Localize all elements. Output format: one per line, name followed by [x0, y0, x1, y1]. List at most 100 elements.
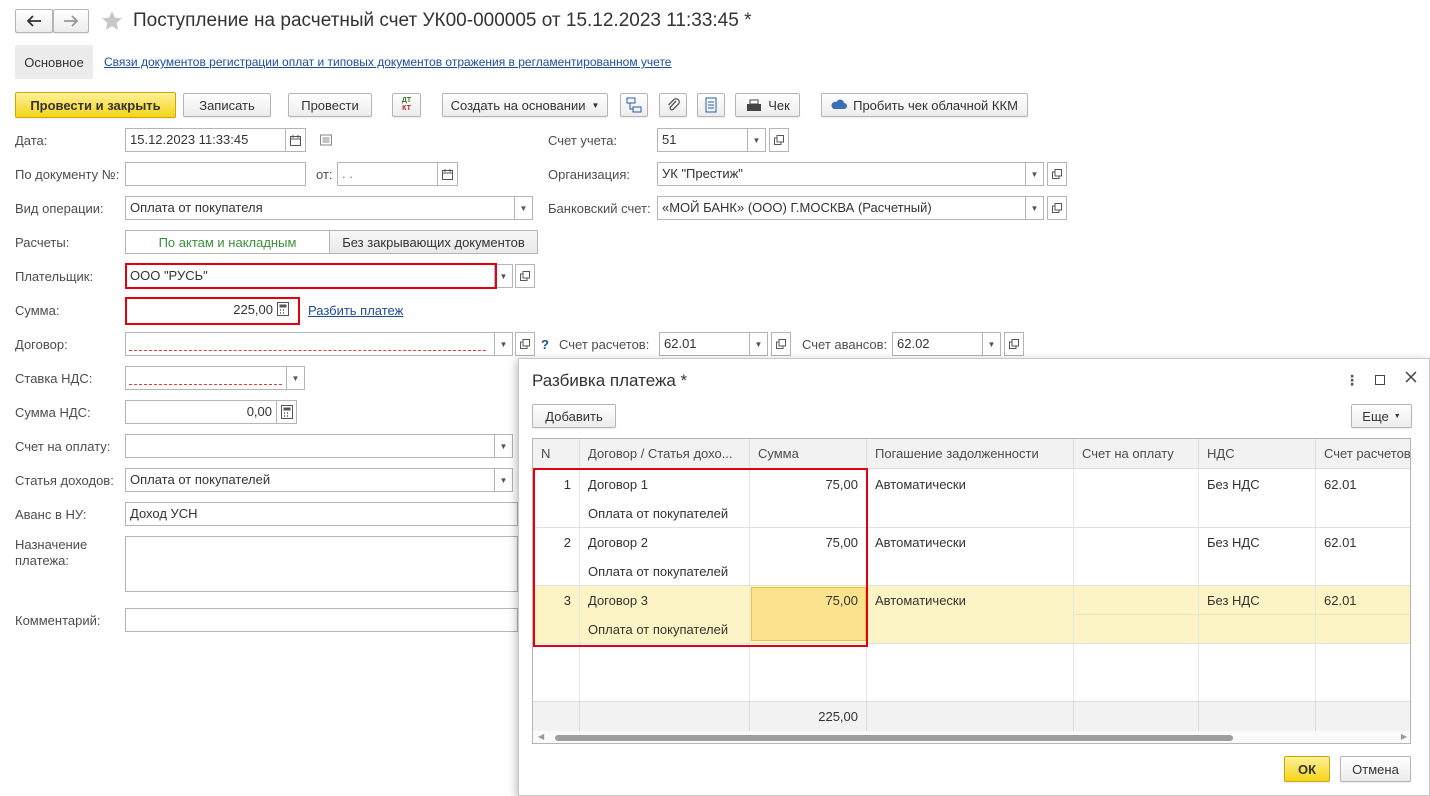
post-and-close-button[interactable]: Провести и закрыть [15, 92, 176, 118]
from-date-input[interactable]: . . [337, 162, 438, 186]
row2-item[interactable]: Оплата от покупателей [588, 564, 728, 580]
settle-account-input[interactable]: 62.01 [659, 332, 750, 356]
row1-settle-account[interactable]: 62.01 [1324, 477, 1357, 493]
tab-main[interactable]: Основное [15, 45, 93, 79]
forward-button[interactable] [53, 9, 89, 33]
scroll-thumb[interactable] [555, 735, 1233, 741]
row2-n: 2 [563, 535, 571, 550]
invoice-input[interactable] [125, 434, 495, 458]
scroll-left-icon[interactable]: ◀ [538, 732, 544, 741]
col-header-n[interactable]: N [533, 439, 580, 469]
more-button[interactable]: Еще ▼ [1351, 404, 1412, 428]
from-date-calendar-button[interactable] [438, 162, 458, 186]
col-header-sum[interactable]: Сумма [750, 439, 867, 469]
doc-number-input[interactable] [125, 162, 306, 186]
sum-calculator-button[interactable] [277, 302, 289, 319]
sum-input[interactable]: 225,00 [127, 299, 277, 323]
maximize-icon[interactable] [1375, 375, 1385, 385]
bank-account-input[interactable]: «МОЙ БАНК» (ООО) Г.МОСКВА (Расчетный) [657, 196, 1026, 220]
payer-dropdown[interactable]: ▼ [495, 264, 513, 288]
account-input[interactable]: 51 [657, 128, 748, 152]
row2-contract[interactable]: Договор 2 [588, 535, 648, 551]
row2-repayment[interactable]: Автоматически [875, 535, 966, 551]
col-header-repayment[interactable]: Погашение задолженности [867, 439, 1074, 469]
add-row-button[interactable]: Добавить [532, 404, 616, 428]
organization-open-button[interactable] [1047, 162, 1067, 186]
payer-input[interactable]: ООО "РУСЬ" [125, 264, 495, 288]
post-button[interactable]: Провести [288, 93, 372, 117]
date-input[interactable]: 15.12.2023 11:33:45 [125, 128, 286, 152]
close-icon[interactable] [1405, 371, 1417, 386]
row3-contract[interactable]: Договор 3 [588, 593, 648, 609]
advance-account-input[interactable]: 62.02 [892, 332, 983, 356]
operation-type-select[interactable]: Оплата от покупателя [125, 196, 515, 220]
calculator-icon [280, 405, 293, 419]
more-vert-icon[interactable]: ⋮ [1345, 372, 1359, 389]
advance-nu-input[interactable]: Доход УСН [125, 502, 518, 526]
row2-sum[interactable]: 75,00 [750, 535, 858, 551]
horizontal-scrollbar[interactable]: ◀ ▶ [533, 731, 1410, 743]
payer-open-button[interactable] [515, 264, 535, 288]
vat-sum-input[interactable]: 0,00 [125, 400, 277, 424]
income-item-input[interactable]: Оплата от покупателей [125, 468, 495, 492]
contract-dropdown[interactable]: ▼ [495, 332, 513, 356]
cancel-button[interactable]: Отмена [1340, 756, 1411, 782]
date-calendar-button[interactable] [286, 128, 306, 152]
tab-links-registration[interactable]: Связи документов регистрации оплат и тип… [104, 55, 671, 69]
contract-input[interactable] [125, 332, 495, 356]
operation-type-dropdown[interactable]: ▼ [515, 196, 533, 220]
settlements-without-docs-option[interactable]: Без закрывающих документов [329, 230, 538, 254]
settle-account-open-button[interactable] [771, 332, 791, 356]
row3-settle-account[interactable]: 62.01 [1324, 593, 1357, 609]
row1-contract[interactable]: Договор 1 [588, 477, 648, 493]
settle-account-dropdown[interactable]: ▼ [750, 332, 768, 356]
create-based-on-button[interactable]: Создать на основании ▼ [442, 93, 608, 117]
row1-vat[interactable]: Без НДС [1207, 477, 1260, 493]
check-button[interactable]: Чек [735, 93, 800, 117]
save-button[interactable]: Записать [183, 93, 271, 117]
col-header-contract[interactable]: Договор / Статья дохо... [580, 439, 750, 469]
organization-input[interactable]: УК "Престиж" [657, 162, 1026, 186]
invoice-label: Счет на оплату: [15, 439, 111, 454]
row3-item[interactable]: Оплата от покупателей [588, 622, 728, 638]
back-button[interactable] [15, 9, 53, 33]
ok-button[interactable]: ОК [1284, 756, 1330, 782]
dt-kt-button[interactable]: ДТ КТ [392, 93, 421, 117]
row3-repayment[interactable]: Автоматически [875, 593, 966, 609]
col-header-invoice[interactable]: Счет на оплату [1074, 439, 1199, 469]
vat-sum-calculator-button[interactable] [277, 400, 297, 424]
purpose-textarea[interactable] [125, 536, 518, 592]
vat-rate-select[interactable] [125, 366, 287, 390]
account-open-button[interactable] [769, 128, 789, 152]
row2-settle-account[interactable]: 62.01 [1324, 535, 1357, 551]
cloud-kkm-button[interactable]: Пробить чек облачной ККМ [821, 93, 1028, 117]
row1-repayment[interactable]: Автоматически [875, 477, 966, 493]
attach-button[interactable] [659, 93, 687, 117]
advance-account-dropdown[interactable]: ▼ [983, 332, 1001, 356]
structure-button[interactable] [620, 93, 648, 117]
invoice-dropdown[interactable]: ▼ [495, 434, 513, 458]
split-payment-link[interactable]: Разбить платеж [308, 303, 403, 318]
col-header-vat[interactable]: НДС [1199, 439, 1316, 469]
comment-input[interactable] [125, 608, 518, 632]
income-item-dropdown[interactable]: ▼ [495, 468, 513, 492]
help-icon[interactable]: ? [541, 337, 549, 352]
account-dropdown[interactable]: ▼ [748, 128, 766, 152]
col-header-settle-account[interactable]: Счет расчетов [1316, 439, 1410, 469]
row2-vat[interactable]: Без НДС [1207, 535, 1260, 551]
row3-sum[interactable]: 75,00 [750, 593, 858, 609]
favorite-star-icon[interactable] [100, 9, 124, 36]
organization-dropdown[interactable]: ▼ [1026, 162, 1044, 186]
bank-account-dropdown[interactable]: ▼ [1026, 196, 1044, 220]
report-button[interactable] [697, 93, 725, 117]
contract-open-button[interactable] [515, 332, 535, 356]
row3-vat[interactable]: Без НДС [1207, 593, 1260, 609]
settlements-by-acts-option[interactable]: По актам и накладным [125, 230, 330, 254]
scroll-right-icon[interactable]: ▶ [1401, 732, 1407, 741]
vat-rate-dropdown[interactable]: ▼ [287, 366, 305, 390]
history-icon[interactable] [320, 134, 332, 149]
row1-item[interactable]: Оплата от покупателей [588, 506, 728, 522]
row1-sum[interactable]: 75,00 [750, 477, 858, 493]
advance-account-open-button[interactable] [1004, 332, 1024, 356]
bank-account-open-button[interactable] [1047, 196, 1067, 220]
